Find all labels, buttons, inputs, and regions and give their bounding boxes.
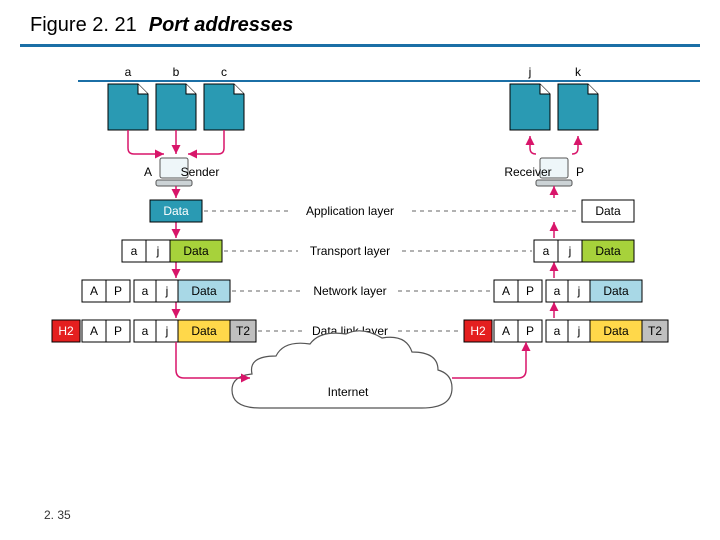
pdu-trans-right: a j Data (534, 240, 634, 262)
svg-text:j: j (577, 284, 581, 298)
svg-text:a: a (554, 324, 561, 338)
cloud-label: Internet (328, 385, 369, 399)
host-sender: A Sender (144, 158, 219, 186)
arrow-proc-k (572, 136, 578, 154)
svg-text:Data: Data (163, 204, 189, 218)
process-label: b (173, 65, 180, 79)
svg-text:j: j (568, 244, 572, 258)
arrow-to-cloud-r (452, 342, 526, 378)
svg-text:P: P (114, 324, 122, 338)
svg-text:Data: Data (191, 324, 217, 338)
process-a: a (108, 65, 148, 130)
svg-text:a: a (142, 284, 149, 298)
pdu-app-right: Data (582, 200, 634, 222)
layer-transport: Transport layer (310, 244, 390, 258)
svg-text:P: P (526, 324, 534, 338)
process-j: j (510, 65, 550, 130)
svg-text:a: a (554, 284, 561, 298)
process-label: k (575, 65, 582, 79)
svg-text:H2: H2 (470, 324, 486, 338)
svg-text:Data: Data (603, 284, 629, 298)
svg-text:j: j (156, 244, 160, 258)
arrow-to-cloud-l (176, 342, 250, 378)
svg-text:Data: Data (603, 324, 629, 338)
layer-network: Network layer (313, 284, 386, 298)
host-role-receiver: Receiver (504, 165, 551, 179)
process-label: j (528, 65, 532, 79)
arrow-proc-j (530, 136, 536, 154)
internet-cloud: Internet (232, 331, 452, 408)
svg-text:T2: T2 (236, 324, 250, 338)
process-label: c (221, 65, 227, 79)
process-icons-left: a b c (108, 65, 244, 130)
layer-application: Application layer (306, 204, 394, 218)
pdu-trans-left: a j Data (122, 240, 222, 262)
process-b: b (156, 65, 196, 130)
svg-text:j: j (165, 324, 169, 338)
svg-text:H2: H2 (58, 324, 74, 338)
svg-text:a: a (131, 244, 138, 258)
svg-text:j: j (577, 324, 581, 338)
svg-text:Data: Data (191, 284, 217, 298)
pdu-app-left: Data (150, 200, 202, 222)
host-receiver: Receiver P (504, 158, 584, 186)
process-label: a (125, 65, 132, 79)
host-label-P: P (576, 165, 584, 179)
pdu-link-right: H2 A P a j Data T2 (464, 320, 668, 342)
pdu-net-left: A P a j Data (82, 280, 230, 302)
arrow-proc-c (188, 130, 224, 154)
svg-text:Data: Data (595, 244, 621, 258)
svg-text:T2: T2 (648, 324, 662, 338)
svg-text:a: a (543, 244, 550, 258)
process-c: c (204, 65, 244, 130)
svg-text:A: A (90, 284, 98, 298)
svg-text:Data: Data (183, 244, 209, 258)
host-role-sender: Sender (181, 165, 220, 179)
svg-text:A: A (502, 284, 510, 298)
arrow-proc-a (128, 130, 164, 154)
process-icons-right: j k (510, 65, 598, 130)
host-label-A: A (144, 165, 152, 179)
svg-text:Data: Data (595, 204, 621, 218)
pdu-net-right: A P a j Data (494, 280, 642, 302)
svg-text:A: A (502, 324, 510, 338)
diagram-svg: a b c j k (0, 0, 720, 540)
svg-text:j: j (165, 284, 169, 298)
svg-text:P: P (114, 284, 122, 298)
svg-text:a: a (142, 324, 149, 338)
process-k: k (558, 65, 598, 130)
svg-text:P: P (526, 284, 534, 298)
pdu-link-left: H2 A P a j Data T2 (52, 320, 256, 342)
svg-text:A: A (90, 324, 98, 338)
